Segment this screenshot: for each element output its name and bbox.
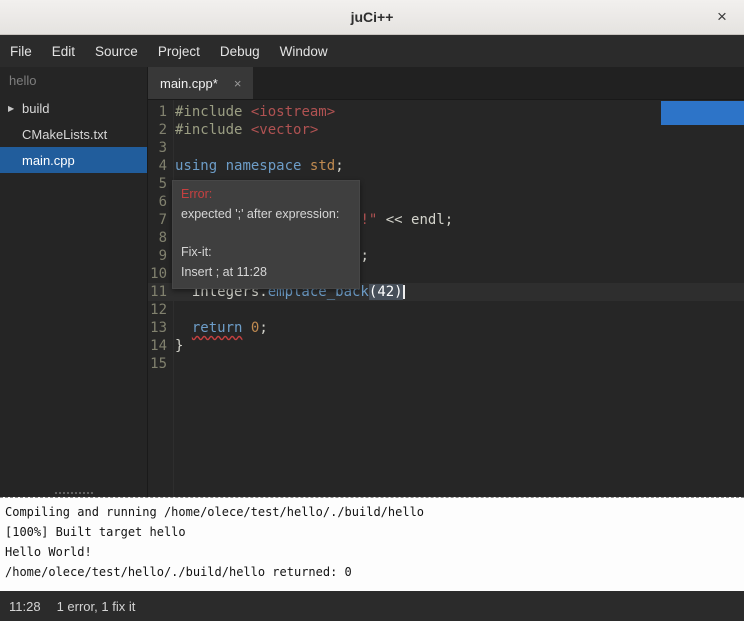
code-line-4[interactable]: 4using namespace std; [148, 157, 744, 175]
window-title: juCi++ [0, 0, 744, 34]
menubar: FileEditSourceProjectDebugWindow [0, 35, 744, 67]
line-number: 10 [148, 265, 174, 283]
code-token: std [310, 158, 335, 174]
code-token [217, 158, 225, 174]
code-editor[interactable]: 1#include <iostream>2#include <vector>34… [148, 100, 744, 497]
window-close-icon[interactable]: × [709, 0, 735, 34]
code-token [301, 158, 309, 174]
line-number: 14 [148, 337, 174, 355]
file-tree: ▶build CMakeLists.txt main.cpp [0, 95, 147, 173]
titlebar: juCi++ × [0, 0, 744, 35]
code-text: } [174, 337, 183, 355]
line-number: 4 [148, 157, 174, 175]
code-line-3[interactable]: 3 [148, 139, 744, 157]
code-token: } [175, 338, 183, 354]
menu-item-edit[interactable]: Edit [42, 36, 85, 67]
tree-item-build[interactable]: ▶build [0, 95, 147, 121]
line-number: 6 [148, 193, 174, 211]
code-text: #include <vector> [174, 121, 318, 139]
terminal-line: /home/olece/test/hello/./build/hello ret… [5, 562, 739, 582]
menu-item-file[interactable]: File [0, 36, 42, 67]
terminal-line: Compiling and running /home/olece/test/h… [5, 502, 739, 522]
code-text [174, 355, 175, 373]
line-number: 8 [148, 229, 174, 247]
diagnostic-tooltip: Error: expected ';' after expression: Fi… [172, 180, 360, 289]
tab-label: main.cpp* [160, 76, 218, 91]
terminal-line: Hello World! [5, 542, 739, 562]
code-token: return [192, 320, 243, 336]
code-token [242, 320, 250, 336]
code-token: ; [259, 320, 267, 336]
code-token: ; [335, 158, 343, 174]
tree-item-label: main.cpp [22, 153, 75, 168]
code-token: << endl; [377, 212, 453, 228]
tree-item-label: CMakeLists.txt [22, 127, 107, 142]
jucipp-window: juCi++ × FileEditSourceProjectDebugWindo… [0, 0, 744, 621]
code-text: #include <iostream> [174, 103, 335, 121]
line-number: 5 [148, 175, 174, 193]
line-number: 1 [148, 103, 174, 121]
text-cursor [403, 285, 405, 299]
code-text: using namespace std; [174, 157, 344, 175]
code-token: <vector> [251, 122, 318, 138]
code-token [175, 320, 192, 336]
menu-item-window[interactable]: Window [270, 36, 338, 67]
line-number: 13 [148, 319, 174, 337]
menu-item-debug[interactable]: Debug [210, 36, 270, 67]
tree-item-label: build [22, 101, 49, 116]
line-number: 11 [148, 283, 174, 301]
code-line-14[interactable]: 14} [148, 337, 744, 355]
terminal-line: [100%] Built target hello [5, 522, 739, 542]
tab-bar: main.cpp* × [148, 67, 744, 100]
code-token: #include [175, 104, 242, 120]
code-text [174, 139, 175, 157]
line-number: 2 [148, 121, 174, 139]
tooltip-error-message: expected ';' after expression: [181, 205, 351, 225]
editor-pane: main.cpp* × 1#include <iostream>2#includ… [148, 67, 744, 497]
tooltip-fixit-label: Fix-it: [181, 243, 351, 263]
code-line-2[interactable]: 2#include <vector> [148, 121, 744, 139]
sidebar: hello ▶build CMakeLists.txt main.cpp [0, 67, 148, 497]
line-number: 9 [148, 247, 174, 265]
code-token: namespace [226, 158, 302, 174]
tab-close-icon[interactable]: × [234, 76, 242, 91]
paned-grip-handle[interactable] [55, 492, 93, 494]
cursor-position: 11:28 [9, 599, 41, 614]
line-number: 7 [148, 211, 174, 229]
code-text [174, 301, 175, 319]
tab-main-cpp[interactable]: main.cpp* × [148, 67, 253, 99]
diagnostics-status[interactable]: 1 error, 1 fix it [57, 599, 136, 614]
line-number: 12 [148, 301, 174, 319]
terminal-output[interactable]: Compiling and running /home/olece/test/h… [0, 497, 744, 591]
menu-item-project[interactable]: Project [148, 36, 210, 67]
project-name: hello [0, 67, 147, 95]
tooltip-error-label: Error: [181, 185, 351, 205]
code-token: ) [394, 284, 402, 300]
line-number: 3 [148, 139, 174, 157]
code-token [242, 122, 250, 138]
code-line-1[interactable]: 1#include <iostream> [148, 103, 744, 121]
tree-item-main-cpp[interactable]: main.cpp [0, 147, 147, 173]
code-line-13[interactable]: 13 return 0; [148, 319, 744, 337]
code-token: using [175, 158, 217, 174]
code-token: <iostream> [251, 104, 335, 120]
tooltip-fixit-message: Insert ; at 11:28 [181, 263, 351, 283]
menu-item-source[interactable]: Source [85, 36, 148, 67]
line-number: 15 [148, 355, 174, 373]
code-token: 42 [377, 284, 394, 300]
code-token [242, 104, 250, 120]
code-text: return 0; [174, 319, 268, 337]
code-line-15[interactable]: 15 [148, 355, 744, 373]
tree-item-cmakelists-txt[interactable]: CMakeLists.txt [0, 121, 147, 147]
scrollbar-thumb[interactable] [661, 101, 744, 125]
code-token: #include [175, 122, 242, 138]
code-line-12[interactable]: 12 [148, 301, 744, 319]
statusbar: 11:28 1 error, 1 fix it [0, 591, 744, 621]
expander-icon[interactable]: ▶ [8, 104, 22, 113]
